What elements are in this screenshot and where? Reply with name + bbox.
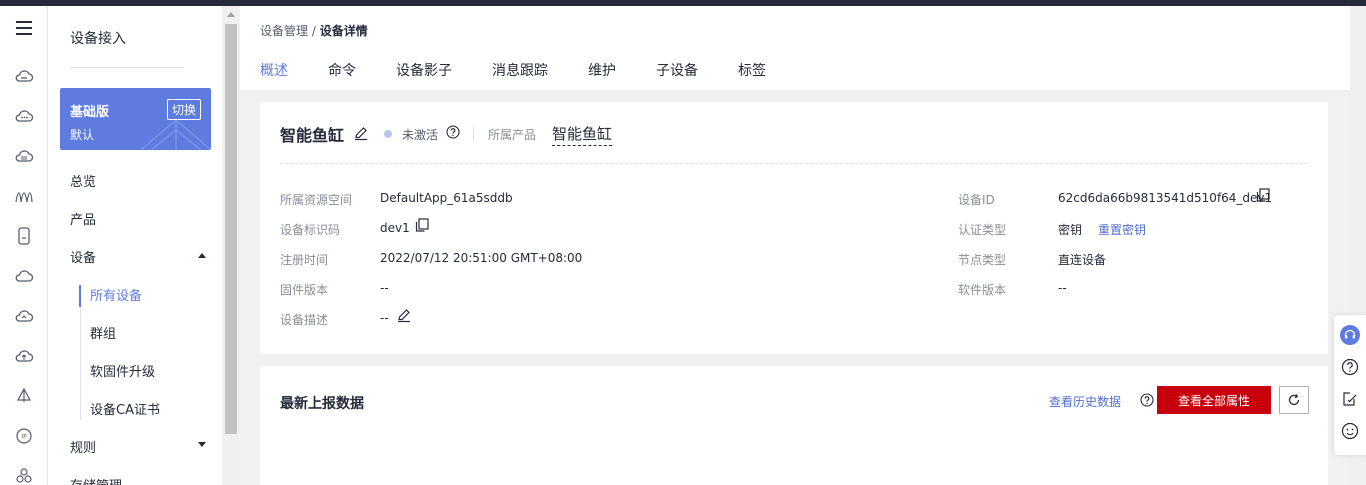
register-time-value: 2022/07/12 20:51:00 GMT+08:00 xyxy=(380,251,583,265)
signal-wave-icon[interactable] xyxy=(12,184,36,208)
device-info-card: 智能鱼缸 未激活 所属产品 智能鱼缸 所属资源空间 DefaultApp_61a… xyxy=(260,102,1328,354)
history-help-icon[interactable] xyxy=(1140,393,1154,407)
floating-toolbar xyxy=(1334,315,1366,455)
device-name: 智能鱼缸 xyxy=(280,126,345,145)
edition-card: 基础版 默认 切换 xyxy=(60,88,211,150)
scrollbar-thumb[interactable] xyxy=(225,24,237,434)
sidebar-item-groups[interactable]: 群组 xyxy=(90,323,116,342)
sidebar-item-overview[interactable]: 总览 xyxy=(70,171,96,190)
copy-device-id-icon[interactable] xyxy=(1255,187,1271,203)
question-icon[interactable] xyxy=(1340,357,1360,377)
edition-instance: 默认 xyxy=(70,128,95,142)
device-status: 未激活 xyxy=(402,128,439,142)
description-value: -- xyxy=(380,311,389,325)
product-label: 所属产品 xyxy=(488,128,537,142)
cluster-icon[interactable] xyxy=(12,464,36,485)
tab-bar: 概述 命令 设备影子 消息跟踪 维护 子设备 标签 xyxy=(260,60,806,80)
help-icon[interactable] xyxy=(446,125,460,139)
breadcrumb-current: 设备详情 xyxy=(319,24,368,38)
chevron-down-icon[interactable] xyxy=(198,442,206,447)
node-type-value: 直连设备 xyxy=(1058,253,1107,267)
history-data-link[interactable]: 查看历史数据 xyxy=(1049,393,1121,410)
sidebar-divider xyxy=(70,67,184,68)
edition-switch-button[interactable]: 切换 xyxy=(166,99,201,120)
tab-maintenance[interactable]: 维护 xyxy=(588,60,616,80)
breadcrumb-parent[interactable]: 设备管理 xyxy=(260,24,308,38)
chevron-up-icon[interactable] xyxy=(198,253,206,258)
tab-overview[interactable]: 概述 xyxy=(260,60,288,80)
scroll-up-arrow-icon[interactable] xyxy=(227,12,235,17)
firmware-label: 固件版本 xyxy=(280,283,329,297)
device-id-value: 62cd6da66b9813541d510f64_dev1 xyxy=(1058,191,1273,205)
cloud-service-icon[interactable] xyxy=(12,64,36,88)
auth-type-label: 认证类型 xyxy=(958,223,1007,237)
breadcrumb: 设备管理 / 设备详情 xyxy=(260,22,368,39)
view-all-properties-button[interactable]: 查看全部属性 xyxy=(1157,386,1271,414)
edit-description-icon[interactable] xyxy=(396,307,412,323)
register-time-label: 注册时间 xyxy=(280,253,329,267)
tab-tags[interactable]: 标签 xyxy=(738,60,766,80)
edit-name-icon[interactable] xyxy=(353,125,369,141)
smiley-icon[interactable] xyxy=(1340,421,1360,441)
copy-identifier-icon[interactable] xyxy=(414,217,430,233)
tab-child-devices[interactable]: 子设备 xyxy=(656,60,698,80)
sidebar-item-ca-cert[interactable]: 设备CA证书 xyxy=(90,399,160,418)
customer-service-icon[interactable] xyxy=(1340,325,1360,345)
tab-commands[interactable]: 命令 xyxy=(328,60,356,80)
sidebar-item-devices[interactable]: 设备 xyxy=(70,247,96,266)
node-type-label: 节点类型 xyxy=(958,253,1007,267)
svg-text:IP: IP xyxy=(21,434,27,441)
sidebar: 设备接入 基础版 默认 切换 总览 产品 设备 所有设备 群组 软固件升级 设备… xyxy=(48,6,222,485)
cloud-lines-icon[interactable] xyxy=(12,144,36,168)
cloud-upload-icon[interactable] xyxy=(12,344,36,368)
cloud-arrow-icon[interactable] xyxy=(12,304,36,328)
identifier-value: dev1 xyxy=(380,221,410,235)
auth-type-value: 密钥 xyxy=(1058,223,1083,237)
sidebar-item-firmware[interactable]: 软固件升级 xyxy=(90,361,155,380)
mobile-device-icon[interactable] xyxy=(12,224,36,248)
sailboat-icon[interactable] xyxy=(12,384,36,408)
cloud-outline-icon[interactable] xyxy=(12,264,36,288)
identifier-label: 设备标识码 xyxy=(280,223,341,237)
feedback-icon[interactable] xyxy=(1340,389,1360,409)
tab-message-trace[interactable]: 消息跟踪 xyxy=(492,60,548,80)
software-label: 软件版本 xyxy=(958,283,1007,297)
latest-data-card: 最新上报数据 查看历史数据 查看全部属性 xyxy=(260,366,1328,485)
active-indicator xyxy=(79,285,81,307)
latest-data-title: 最新上报数据 xyxy=(280,396,364,412)
software-value: -- xyxy=(1058,281,1067,295)
sidebar-item-products[interactable]: 产品 xyxy=(70,209,96,228)
service-icon-rail: IP xyxy=(0,6,48,485)
cloud-dots-icon[interactable] xyxy=(12,104,36,128)
description-label: 设备描述 xyxy=(280,313,329,327)
page-header: 设备管理 / 设备详情 概述 命令 设备影子 消息跟踪 维护 子设备 标签 xyxy=(240,6,1350,90)
ip-icon[interactable]: IP xyxy=(12,424,36,448)
resource-space-value: DefaultApp_61a5sddb xyxy=(380,191,513,205)
firmware-value: -- xyxy=(380,281,389,295)
section-divider xyxy=(280,163,1308,164)
sidebar-item-storage[interactable]: 存储管理 xyxy=(70,475,122,485)
sidebar-title: 设备接入 xyxy=(70,31,126,47)
device-id-label: 设备ID xyxy=(958,193,995,207)
edition-name: 基础版 xyxy=(70,105,110,120)
breadcrumb-separator: / xyxy=(308,24,320,38)
reset-key-link[interactable]: 重置密钥 xyxy=(1098,221,1146,238)
product-link[interactable]: 智能鱼缸 xyxy=(552,123,613,146)
menu-icon[interactable] xyxy=(12,16,36,40)
sidebar-item-all-devices[interactable]: 所有设备 xyxy=(90,285,142,304)
status-dot-icon xyxy=(384,130,392,138)
sidebar-item-rules[interactable]: 规则 xyxy=(70,437,96,456)
refresh-icon xyxy=(1288,394,1300,406)
tab-device-shadow[interactable]: 设备影子 xyxy=(396,60,452,80)
refresh-button[interactable] xyxy=(1279,386,1309,414)
resource-space-label: 所属资源空间 xyxy=(280,193,353,207)
sidebar-scrollbar[interactable] xyxy=(222,6,240,485)
header-separator xyxy=(473,127,474,141)
